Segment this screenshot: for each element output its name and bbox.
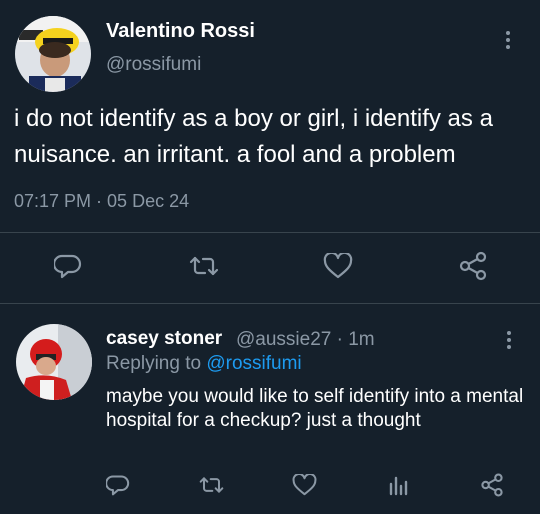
retweet-button[interactable] (186, 252, 222, 280)
timestamp-separator: · (91, 191, 108, 211)
reply-more-options-icon[interactable] (506, 331, 512, 352)
stoner-avatar-image (16, 324, 92, 400)
tweet-timestamp: 07:17 PM · 05 Dec 24 (14, 191, 189, 212)
reply-share-button[interactable] (478, 471, 506, 499)
reply-analytics-button[interactable] (384, 472, 412, 498)
reply-text: maybe you would like to self identify in… (106, 386, 524, 431)
replying-to: Replying to @rossifumi (106, 353, 302, 375)
like-icon (292, 474, 316, 496)
reply-icon (106, 475, 130, 496)
analytics-icon (389, 476, 408, 496)
share-button[interactable] (456, 250, 490, 282)
timestamp-divider (0, 232, 540, 233)
replying-prefix: Replying to (106, 353, 202, 374)
share-icon (459, 251, 487, 281)
tweet-date: 05 Dec 24 (107, 191, 190, 211)
like-button[interactable] (322, 252, 354, 280)
more-options-icon[interactable] (505, 31, 511, 52)
rossi-avatar[interactable] (15, 16, 91, 92)
like-icon (323, 253, 353, 279)
reply-icon (54, 254, 82, 279)
reply-author-name[interactable]: casey stoner (106, 328, 222, 350)
tweet-time: 07:17 PM (14, 191, 92, 211)
reply-button[interactable] (52, 252, 84, 280)
retweet-icon (199, 477, 223, 493)
tweet-text: i do not identify as a boy or girl, i id… (14, 105, 493, 168)
stoner-avatar[interactable] (16, 324, 92, 400)
reply-tweet: casey stoner @aussie27 · 1m Replying to … (0, 304, 540, 514)
replying-handle-link[interactable]: @rossifumi (206, 353, 301, 374)
author-name[interactable]: Valentino Rossi (106, 20, 255, 43)
reply-retweet-button[interactable] (196, 472, 226, 498)
reply-like-button[interactable] (290, 472, 318, 498)
rossi-avatar-image (15, 16, 91, 92)
main-tweet: Valentino Rossi @rossifumi i do not iden… (0, 0, 540, 303)
reply-age: · 1m (336, 329, 375, 350)
retweet-icon (189, 256, 219, 276)
reply-meta: @aussie27 · 1m (236, 329, 375, 351)
author-handle[interactable]: @rossifumi (106, 54, 201, 76)
share-icon (481, 473, 503, 497)
reply-author-handle[interactable]: @aussie27 (236, 329, 331, 350)
reply-reply-button[interactable] (104, 472, 132, 498)
